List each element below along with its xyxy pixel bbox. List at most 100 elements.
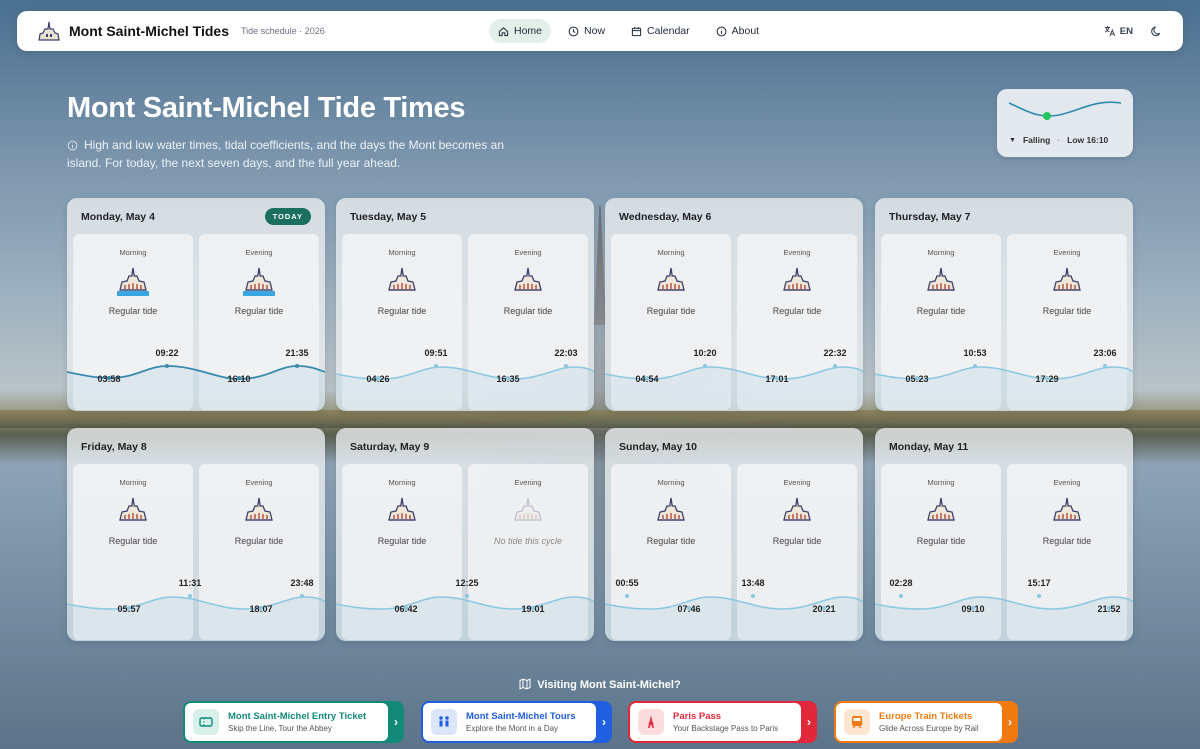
dark-mode-moon-icon[interactable] bbox=[1151, 25, 1163, 37]
nav-calendar[interactable]: Calendar bbox=[622, 19, 699, 43]
falling-arrow-icon: ▼ bbox=[1009, 136, 1016, 144]
tide-point bbox=[564, 364, 568, 368]
page-title: Mont Saint-Michel Tide Times bbox=[67, 92, 466, 124]
tide-point bbox=[237, 376, 241, 380]
high-tide-time: 09:22 bbox=[155, 348, 179, 358]
background-horizon bbox=[0, 410, 1200, 428]
promo-text: Europe Train Tickets Glide Across Europe … bbox=[879, 711, 979, 733]
mont-logo-icon bbox=[38, 21, 60, 41]
nav-calendar-label: Calendar bbox=[647, 25, 690, 37]
high-tide-time: 10:53 bbox=[963, 348, 987, 358]
tide-status-text: ▼ Falling · Low 16:10 bbox=[1009, 135, 1108, 145]
high-tide-time: 21:35 bbox=[285, 348, 309, 358]
info-icon bbox=[67, 140, 78, 151]
promo-content: Paris Pass Your Backstage Pass to Paris bbox=[630, 703, 801, 741]
navbar: Mont Saint-Michel Tides Tide schedule · … bbox=[17, 11, 1183, 51]
high-tide-time: 02:28 bbox=[889, 578, 913, 588]
day-card[interactable]: Monday, May 4 TODAY Morning Regular tide Eve… bbox=[67, 198, 325, 411]
high-tide-time: 09:51 bbox=[424, 348, 448, 358]
tide-point bbox=[295, 364, 299, 368]
current-tide-status-card[interactable]: ▼ Falling · Low 16:10 bbox=[997, 89, 1133, 157]
tide-point bbox=[775, 376, 779, 380]
map-icon bbox=[519, 678, 531, 690]
tide-point bbox=[127, 606, 131, 610]
tide-point bbox=[188, 594, 192, 598]
high-tide-time: 23:06 bbox=[1093, 348, 1117, 358]
tide-wave-icon bbox=[1008, 101, 1122, 120]
day-card[interactable]: Saturday, May 9 Morning Regular tide Evenin… bbox=[336, 428, 594, 641]
brand-subtitle: Tide schedule · 2026 bbox=[240, 26, 325, 36]
brand[interactable]: Mont Saint-Michel Tides Tide schedule · … bbox=[37, 21, 489, 41]
day-card[interactable]: Monday, May 11 Morning Regular tide Evening… bbox=[875, 428, 1133, 641]
nav-now-label: Now bbox=[584, 25, 606, 37]
promo-content: Mont Saint-Michel Tours Explore the Mont … bbox=[423, 703, 596, 741]
train-icon bbox=[844, 709, 870, 735]
tide-point bbox=[915, 376, 919, 380]
tide-point bbox=[1103, 364, 1107, 368]
tide-point bbox=[833, 364, 837, 368]
nav-home[interactable]: Home bbox=[489, 19, 552, 43]
tide-point bbox=[973, 364, 977, 368]
nav-about-label: About bbox=[731, 25, 760, 37]
ticket-icon bbox=[193, 709, 219, 735]
high-tide-time: 22:03 bbox=[554, 348, 578, 358]
high-tide-time: 00:55 bbox=[615, 578, 639, 588]
nav-home-label: Home bbox=[514, 25, 543, 37]
high-tide-time: 22:32 bbox=[823, 348, 847, 358]
promo-title: Mont Saint-Michel Tours bbox=[466, 711, 576, 722]
high-tide-time: 12:25 bbox=[455, 578, 479, 588]
promo-text: Mont Saint-Michel Tours Explore the Mont … bbox=[466, 711, 576, 733]
promo-title: Europe Train Tickets bbox=[879, 711, 973, 722]
tide-point bbox=[107, 376, 111, 380]
tide-point bbox=[506, 376, 510, 380]
promo-tours[interactable]: Mont Saint-Michel Tours Explore the Mont … bbox=[421, 701, 612, 743]
tide-point bbox=[625, 594, 629, 598]
tide-point bbox=[465, 594, 469, 598]
page-description-text: High and low water times, tidal coeffici… bbox=[67, 138, 505, 170]
visiting-section-title: Visiting Mont Saint-Michel? bbox=[0, 678, 1200, 691]
promo-content: Europe Train Tickets Glide Across Europe … bbox=[836, 703, 1002, 741]
tide-point bbox=[165, 364, 169, 368]
high-tide-time: 10:20 bbox=[693, 348, 717, 358]
tide-point bbox=[300, 594, 304, 598]
promo-paris-pass[interactable]: Paris Pass Your Backstage Pass to Paris › bbox=[628, 701, 817, 743]
day-card[interactable]: Tuesday, May 5 Morning Regular tide Evening… bbox=[336, 198, 594, 411]
tide-point bbox=[1107, 606, 1111, 610]
nav-about[interactable]: About bbox=[707, 19, 768, 43]
tide-point bbox=[1045, 376, 1049, 380]
eiffel-tower-icon bbox=[638, 709, 664, 735]
day-card[interactable]: Wednesday, May 6 Morning Regular tide Eveni… bbox=[605, 198, 863, 411]
promo-subtitle: Your Backstage Pass to Paris bbox=[673, 724, 779, 733]
tide-point bbox=[1037, 594, 1041, 598]
tide-point bbox=[822, 606, 826, 610]
day-card[interactable]: Thursday, May 7 Morning Regular tide Evenin… bbox=[875, 198, 1133, 411]
tide-curve bbox=[67, 596, 325, 641]
tide-point bbox=[376, 376, 380, 380]
main-menu: Home Now Calendar About bbox=[489, 19, 768, 43]
group-icon bbox=[431, 709, 457, 735]
high-tide-time: 11:31 bbox=[178, 578, 202, 588]
promo-subtitle: Explore the Mont in a Day bbox=[466, 724, 559, 733]
home-icon bbox=[498, 26, 509, 36]
day-card[interactable]: Friday, May 8 Morning Regular tide Evening R… bbox=[67, 428, 325, 641]
promo-entry-ticket[interactable]: Mont Saint-Michel Entry Ticket Skip the L… bbox=[183, 701, 404, 743]
tide-point bbox=[645, 376, 649, 380]
chevron-right-icon: › bbox=[807, 715, 811, 729]
nav-now[interactable]: Now bbox=[559, 19, 614, 43]
high-tide-time: 13:48 bbox=[741, 578, 765, 588]
tide-point bbox=[404, 606, 408, 610]
language-label: EN bbox=[1119, 25, 1133, 37]
promo-text: Mont Saint-Michel Entry Ticket Skip the L… bbox=[228, 711, 366, 733]
language-switcher[interactable]: EN bbox=[1104, 25, 1133, 37]
tide-point bbox=[434, 364, 438, 368]
status-separator: · bbox=[1057, 135, 1061, 145]
high-tide-time: 15:17 bbox=[1027, 578, 1051, 588]
promo-title: Paris Pass bbox=[673, 711, 722, 722]
tide-trend: Falling bbox=[1022, 135, 1051, 145]
nav-actions: EN bbox=[1104, 25, 1163, 37]
calendar-icon bbox=[631, 26, 642, 36]
promo-subtitle: Skip the Line, Tour the Abbey bbox=[228, 724, 332, 733]
day-card[interactable]: Sunday, May 10 Morning Regular tide Evening… bbox=[605, 428, 863, 641]
chevron-right-icon: › bbox=[394, 715, 398, 729]
promo-train-tickets[interactable]: Europe Train Tickets Glide Across Europe … bbox=[834, 701, 1018, 743]
